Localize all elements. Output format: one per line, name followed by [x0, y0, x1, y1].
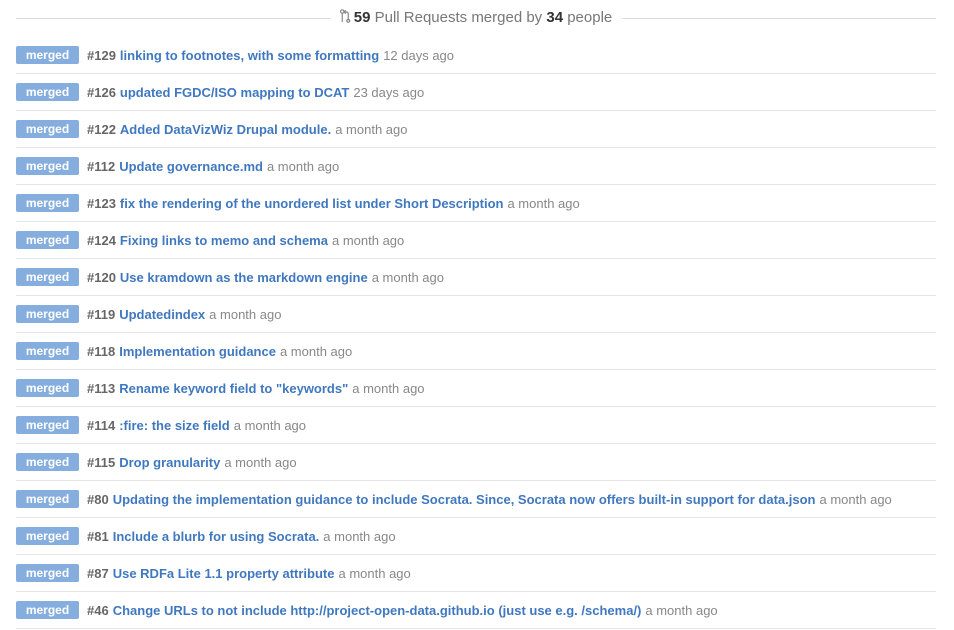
- pull-request-title-link[interactable]: Fixing links to memo and schema: [120, 233, 328, 248]
- pull-request-row: merged #129 linking to footnotes, with som…: [16, 37, 936, 74]
- pull-request-title-link[interactable]: Change URLs to not include http://projec…: [113, 603, 642, 618]
- pull-request-title-link[interactable]: Update governance.md: [119, 159, 263, 174]
- pull-request-row: merged #122 Added DataVizWiz Drupal module…: [16, 111, 936, 148]
- pull-request-row: merged #112 Update governance.md a month ag…: [16, 148, 936, 185]
- pull-request-title-link[interactable]: Use RDFa Lite 1.1 property attribute: [113, 566, 335, 581]
- pull-request-row: merged #81 Include a blurb for using Socra…: [16, 518, 936, 555]
- pull-request-time: a month ago: [352, 380, 425, 396]
- pull-request-row: merged #80 Updating the implementation gui…: [16, 481, 936, 518]
- pull-request-time: a month ago: [507, 195, 580, 211]
- pull-request-time: a month ago: [209, 306, 282, 322]
- merged-badge: merged: [16, 268, 79, 286]
- pull-request-number: #122: [87, 121, 116, 137]
- pull-request-time: a month ago: [224, 454, 297, 470]
- pull-request-time: a month ago: [279, 343, 353, 359]
- pull-request-number: #87: [87, 565, 109, 581]
- pull-request-number: #46: [87, 602, 109, 618]
- summary-text: 59 Pull Requests merged by 34 people: [330, 8, 622, 28]
- pull-request-time: a month ago: [338, 565, 411, 581]
- pull-request-row: merged #126 updated FGDC/ISO mapping to DC…: [16, 74, 936, 111]
- pull-request-row: merged #46 Change URLs to not include http…: [16, 592, 936, 629]
- merged-badge: merged: [16, 379, 79, 397]
- pull-request-number: #112: [87, 158, 116, 174]
- pull-request-title-link[interactable]: Rename keyword field to "keywords": [119, 381, 348, 396]
- pull-request-row: merged #115 Drop granularity a month ago: [16, 444, 936, 481]
- pull-request-number: #118: [87, 343, 116, 359]
- pull-request-time: a month ago: [323, 528, 396, 544]
- pull-request-title-link[interactable]: Updatedindex: [119, 307, 205, 322]
- pull-request-time: a month ago: [819, 491, 892, 507]
- pull-request-row: merged #87 Use RDFa Lite 1.1 property attr…: [16, 555, 936, 592]
- merged-badge: merged: [16, 527, 79, 545]
- pull-requests-page: 59 Pull Requests merged by 34 people mer…: [0, 0, 954, 630]
- pull-request-row: merged #124 Fixing links to memo and schem…: [16, 222, 936, 259]
- people-count: 34: [546, 9, 564, 26]
- pull-request-time: a month ago: [266, 158, 340, 174]
- merged-badge: merged: [16, 194, 79, 212]
- summary-middle-text: Pull Requests merged by: [370, 9, 547, 26]
- pull-request-row: merged #118 Implementation guidance a month…: [16, 333, 936, 370]
- pull-request-number: #126: [87, 84, 116, 100]
- merged-badge: merged: [16, 305, 79, 323]
- pull-request-row: merged #119 Updatedindex a month ago: [16, 296, 936, 333]
- pull-request-number: #123: [87, 195, 116, 211]
- merged-badge: merged: [16, 601, 79, 619]
- summary-end-text: people: [563, 9, 613, 26]
- pull-request-icon: [339, 9, 351, 23]
- pull-request-number: #80: [87, 491, 109, 507]
- merged-badge: merged: [16, 83, 79, 101]
- merged-badge: merged: [16, 46, 79, 64]
- merged-badge: merged: [16, 453, 79, 471]
- pull-request-title-link[interactable]: fix the rendering of the unordered list …: [120, 196, 504, 211]
- pull-request-title-link[interactable]: Include a blurb for using Socrata.: [113, 529, 320, 544]
- pull-request-title-link[interactable]: linking to footnotes, with some formatti…: [120, 48, 379, 63]
- pull-request-number: #129: [87, 47, 116, 63]
- pull-request-time: a month ago: [331, 232, 405, 248]
- pull-request-number: #120: [87, 269, 116, 285]
- pull-request-time: 23 days ago: [353, 84, 425, 100]
- merged-badge: merged: [16, 490, 79, 508]
- pull-request-title-link[interactable]: Implementation guidance: [119, 344, 276, 359]
- pull-request-time: a month ago: [233, 417, 307, 433]
- pull-request-row: merged #123 fix the rendering of the unord…: [16, 185, 936, 222]
- pull-request-row: merged #114:fire: the size field a month a…: [16, 407, 936, 444]
- pull-request-summary: 59 Pull Requests merged by 34 people: [16, 0, 936, 37]
- pull-request-number: #119: [87, 306, 116, 322]
- merged-badge: merged: [16, 157, 79, 175]
- pull-request-number: #115: [87, 454, 116, 470]
- pull-request-time: 12 days ago: [383, 47, 455, 63]
- pull-request-title-link[interactable]: Updating the implementation guidance to …: [113, 492, 816, 507]
- pull-request-number: #114: [87, 417, 116, 433]
- pull-request-title-link[interactable]: Drop granularity: [119, 455, 220, 470]
- merged-badge: merged: [16, 416, 79, 434]
- merged-badge: merged: [16, 231, 79, 249]
- pull-request-title-link[interactable]: Added DataVizWiz Drupal module.: [120, 122, 331, 137]
- pull-request-list: merged #129 linking to footnotes, with som…: [16, 37, 936, 629]
- merged-badge: merged: [16, 564, 79, 582]
- pull-request-time: a month ago: [371, 269, 444, 285]
- pull-request-row: merged #120 Use kramdown as the markdown e…: [16, 259, 936, 296]
- pr-count: 59: [353, 9, 371, 26]
- pull-request-title-link[interactable]: :fire: the size field: [119, 418, 230, 433]
- merged-badge: merged: [16, 342, 79, 360]
- pull-request-title-link[interactable]: Use kramdown as the markdown engine: [120, 270, 368, 285]
- merged-badge: merged: [16, 120, 79, 138]
- pull-request-row: merged #113 Rename keyword field to "keywo…: [16, 370, 936, 407]
- pull-request-number: #113: [87, 380, 116, 396]
- pull-request-number: #81: [87, 528, 109, 544]
- pull-request-number: #124: [87, 232, 116, 248]
- pull-request-title-link[interactable]: updated FGDC/ISO mapping to DCAT: [120, 85, 349, 100]
- pull-request-time: a month ago: [645, 602, 718, 618]
- pull-request-time: a month ago: [335, 121, 408, 137]
